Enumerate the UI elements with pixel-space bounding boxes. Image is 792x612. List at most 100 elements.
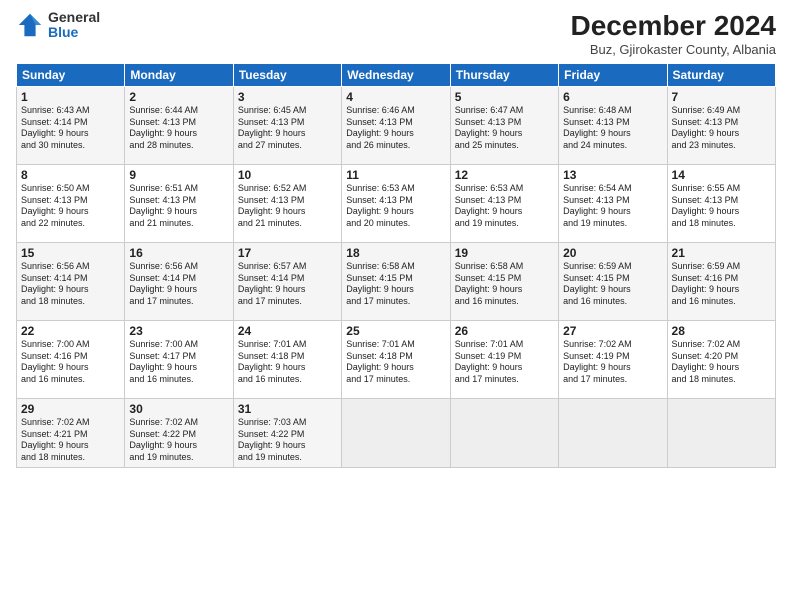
day-info: Sunset: 4:13 PM — [238, 117, 337, 129]
day-info: Sunrise: 6:44 AM — [129, 105, 228, 117]
col-wednesday: Wednesday — [342, 64, 450, 87]
day-info: and 21 minutes. — [129, 218, 228, 230]
day-number: 21 — [672, 246, 771, 260]
day-info: Sunrise: 6:47 AM — [455, 105, 554, 117]
day-number: 30 — [129, 402, 228, 416]
calendar-cell: 7Sunrise: 6:49 AMSunset: 4:13 PMDaylight… — [667, 87, 775, 165]
day-number: 27 — [563, 324, 662, 338]
day-number: 19 — [455, 246, 554, 260]
calendar-cell: 4Sunrise: 6:46 AMSunset: 4:13 PMDaylight… — [342, 87, 450, 165]
day-info: Sunrise: 7:03 AM — [238, 417, 337, 429]
day-info: Sunrise: 6:50 AM — [21, 183, 120, 195]
day-number: 29 — [21, 402, 120, 416]
day-number: 1 — [21, 90, 120, 104]
day-info: Sunrise: 7:01 AM — [238, 339, 337, 351]
day-info: and 16 minutes. — [563, 296, 662, 308]
day-info: Daylight: 9 hours — [129, 362, 228, 374]
col-friday: Friday — [559, 64, 667, 87]
day-info: Sunrise: 6:43 AM — [21, 105, 120, 117]
day-info: Sunset: 4:13 PM — [346, 117, 445, 129]
day-info: Daylight: 9 hours — [563, 284, 662, 296]
day-info: Daylight: 9 hours — [129, 206, 228, 218]
day-info: Sunset: 4:18 PM — [346, 351, 445, 363]
day-number: 7 — [672, 90, 771, 104]
day-info: Daylight: 9 hours — [563, 362, 662, 374]
calendar-cell: 9Sunrise: 6:51 AMSunset: 4:13 PMDaylight… — [125, 165, 233, 243]
calendar-cell: 27Sunrise: 7:02 AMSunset: 4:19 PMDayligh… — [559, 321, 667, 399]
calendar: Sunday Monday Tuesday Wednesday Thursday… — [16, 63, 776, 468]
day-info: Sunset: 4:19 PM — [455, 351, 554, 363]
day-info: Daylight: 9 hours — [238, 206, 337, 218]
day-info: Sunset: 4:13 PM — [129, 117, 228, 129]
calendar-row: 22Sunrise: 7:00 AMSunset: 4:16 PMDayligh… — [17, 321, 776, 399]
day-info: and 19 minutes. — [129, 452, 228, 464]
calendar-cell — [559, 399, 667, 468]
day-info: Daylight: 9 hours — [346, 206, 445, 218]
day-number: 8 — [21, 168, 120, 182]
day-number: 17 — [238, 246, 337, 260]
day-info: Daylight: 9 hours — [129, 128, 228, 140]
day-info: Sunrise: 6:55 AM — [672, 183, 771, 195]
day-info: Sunrise: 6:56 AM — [21, 261, 120, 273]
day-info: and 17 minutes. — [129, 296, 228, 308]
logo-text: General Blue — [48, 10, 100, 41]
day-info: and 27 minutes. — [238, 140, 337, 152]
day-info: and 17 minutes. — [563, 374, 662, 386]
col-saturday: Saturday — [667, 64, 775, 87]
day-info: Sunrise: 7:01 AM — [455, 339, 554, 351]
day-info: and 16 minutes. — [21, 374, 120, 386]
day-info: Sunset: 4:16 PM — [672, 273, 771, 285]
day-info: Daylight: 9 hours — [238, 128, 337, 140]
day-info: Sunrise: 6:54 AM — [563, 183, 662, 195]
col-sunday: Sunday — [17, 64, 125, 87]
day-info: Sunset: 4:18 PM — [238, 351, 337, 363]
day-info: and 16 minutes. — [238, 374, 337, 386]
day-info: Sunset: 4:13 PM — [129, 195, 228, 207]
calendar-cell: 1Sunrise: 6:43 AMSunset: 4:14 PMDaylight… — [17, 87, 125, 165]
day-info: Sunset: 4:13 PM — [563, 195, 662, 207]
calendar-cell: 12Sunrise: 6:53 AMSunset: 4:13 PMDayligh… — [450, 165, 558, 243]
calendar-cell: 3Sunrise: 6:45 AMSunset: 4:13 PMDaylight… — [233, 87, 341, 165]
day-number: 22 — [21, 324, 120, 338]
logo: General Blue — [16, 10, 100, 41]
day-info: and 18 minutes. — [21, 296, 120, 308]
day-info: Daylight: 9 hours — [672, 206, 771, 218]
day-number: 5 — [455, 90, 554, 104]
day-info: Sunset: 4:14 PM — [238, 273, 337, 285]
day-info: Daylight: 9 hours — [455, 284, 554, 296]
day-info: Daylight: 9 hours — [21, 284, 120, 296]
calendar-cell: 16Sunrise: 6:56 AMSunset: 4:14 PMDayligh… — [125, 243, 233, 321]
calendar-cell: 30Sunrise: 7:02 AMSunset: 4:22 PMDayligh… — [125, 399, 233, 468]
day-info: and 26 minutes. — [346, 140, 445, 152]
day-info: and 17 minutes. — [346, 296, 445, 308]
calendar-cell: 19Sunrise: 6:58 AMSunset: 4:15 PMDayligh… — [450, 243, 558, 321]
day-info: Sunrise: 6:58 AM — [346, 261, 445, 273]
day-number: 6 — [563, 90, 662, 104]
day-info: Sunrise: 6:45 AM — [238, 105, 337, 117]
day-info: Daylight: 9 hours — [672, 362, 771, 374]
logo-general: General — [48, 10, 100, 25]
day-info: Sunset: 4:15 PM — [346, 273, 445, 285]
day-info: Sunset: 4:13 PM — [455, 195, 554, 207]
day-info: Daylight: 9 hours — [563, 206, 662, 218]
day-number: 16 — [129, 246, 228, 260]
calendar-cell: 26Sunrise: 7:01 AMSunset: 4:19 PMDayligh… — [450, 321, 558, 399]
day-info: and 30 minutes. — [21, 140, 120, 152]
day-info: and 17 minutes. — [238, 296, 337, 308]
day-info: Sunrise: 6:48 AM — [563, 105, 662, 117]
day-info: Daylight: 9 hours — [455, 362, 554, 374]
calendar-row: 29Sunrise: 7:02 AMSunset: 4:21 PMDayligh… — [17, 399, 776, 468]
day-info: Sunrise: 6:52 AM — [238, 183, 337, 195]
calendar-cell: 22Sunrise: 7:00 AMSunset: 4:16 PMDayligh… — [17, 321, 125, 399]
day-info: Daylight: 9 hours — [455, 206, 554, 218]
day-info: Sunset: 4:22 PM — [238, 429, 337, 441]
day-info: Sunset: 4:15 PM — [563, 273, 662, 285]
day-info: and 22 minutes. — [21, 218, 120, 230]
day-number: 15 — [21, 246, 120, 260]
day-info: Sunset: 4:14 PM — [21, 117, 120, 129]
calendar-cell: 5Sunrise: 6:47 AMSunset: 4:13 PMDaylight… — [450, 87, 558, 165]
day-info: Sunrise: 7:02 AM — [672, 339, 771, 351]
calendar-cell: 11Sunrise: 6:53 AMSunset: 4:13 PMDayligh… — [342, 165, 450, 243]
calendar-cell — [667, 399, 775, 468]
day-info: Sunset: 4:15 PM — [455, 273, 554, 285]
